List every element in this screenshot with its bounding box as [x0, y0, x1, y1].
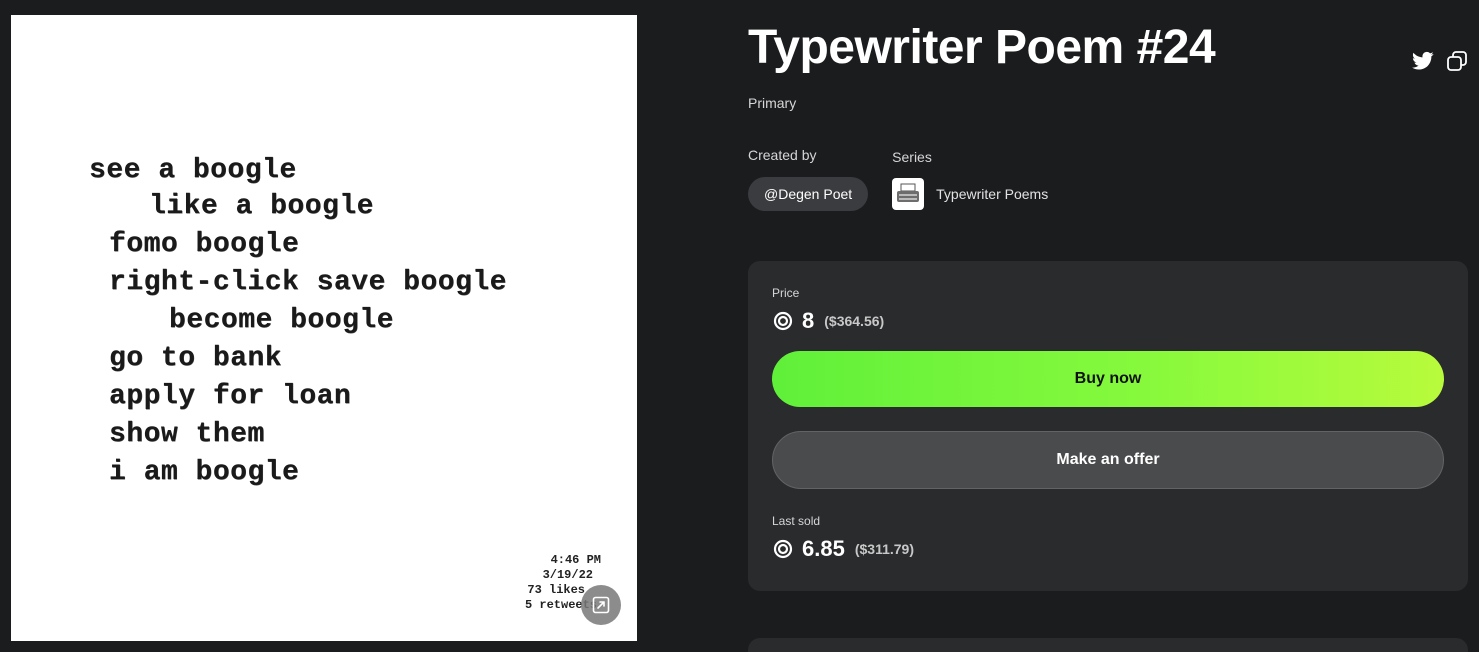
stamp-likes: 73 likes	[527, 583, 585, 597]
twitter-share-button[interactable]	[1412, 50, 1434, 72]
poem-line-9: i am boogle	[109, 457, 300, 488]
stamp-date: 3/19/22	[542, 568, 593, 582]
price-usd: ($364.56)	[824, 313, 885, 329]
series-thumbnail	[892, 178, 925, 210]
poem-line-7: apply for loan	[109, 381, 352, 412]
price-value: 8	[802, 308, 815, 333]
poem-line-3: fomo boogle	[109, 229, 300, 260]
creator-section: Created by @Degen Poet	[748, 147, 869, 211]
artwork-image[interactable]: see a boogle like a boogle fomo boogle r…	[11, 15, 637, 641]
last-sold-label: Last sold	[772, 514, 821, 528]
twitter-icon	[1412, 51, 1434, 70]
poem-line-8: show them	[109, 419, 265, 450]
tezos-icon	[772, 538, 794, 560]
poem-line-1: see a boogle	[89, 155, 297, 186]
poem-line-4: right-click save boogle	[109, 267, 507, 298]
created-by-label: Created by	[748, 147, 817, 163]
copy-link-button[interactable]	[1446, 50, 1468, 72]
token-details: Typewriter Poem #24 Primary Created by @…	[748, 0, 1468, 652]
series-label: Series	[892, 149, 932, 165]
token-meta: Created by @Degen Poet Series Typewriter…	[748, 147, 1048, 211]
make-offer-button[interactable]: Make an offer	[772, 431, 1444, 489]
price-label: Price	[772, 286, 800, 300]
page-title: Typewriter Poem #24	[748, 21, 1216, 74]
series-link[interactable]: Typewriter Poems	[892, 177, 1048, 211]
last-sold-usd: ($311.79)	[854, 541, 914, 557]
buy-now-button[interactable]: Buy now	[772, 351, 1444, 407]
copy-link-icon	[1447, 51, 1467, 71]
series-name: Typewriter Poems	[936, 186, 1049, 202]
typewriter-icon	[897, 183, 920, 202]
tezos-icon	[772, 310, 794, 332]
price-row: 8 ($364.56)	[772, 308, 884, 334]
price-card: Price 8 ($364.56) Buy now Make an offer …	[748, 261, 1468, 591]
next-section-card	[748, 638, 1468, 652]
typewriter-poem: see a boogle like a boogle fomo boogle r…	[11, 15, 637, 641]
last-sold-row: 6.85 ($311.79)	[772, 536, 914, 562]
poem-line-5: become boogle	[169, 305, 394, 336]
expand-button[interactable]	[581, 585, 621, 625]
creator-link[interactable]: @Degen Poet	[748, 177, 869, 211]
series-section: Series Typewriter Poems	[892, 147, 1048, 211]
sale-type: Primary	[748, 95, 797, 111]
poem-line-2: like a boogle	[149, 191, 374, 222]
share-actions	[1412, 50, 1468, 72]
stamp-time: 4:46 PM	[550, 553, 601, 567]
last-sold-value: 6.85	[802, 536, 845, 561]
expand-icon	[592, 596, 610, 614]
poem-line-6: go to bank	[109, 343, 283, 374]
